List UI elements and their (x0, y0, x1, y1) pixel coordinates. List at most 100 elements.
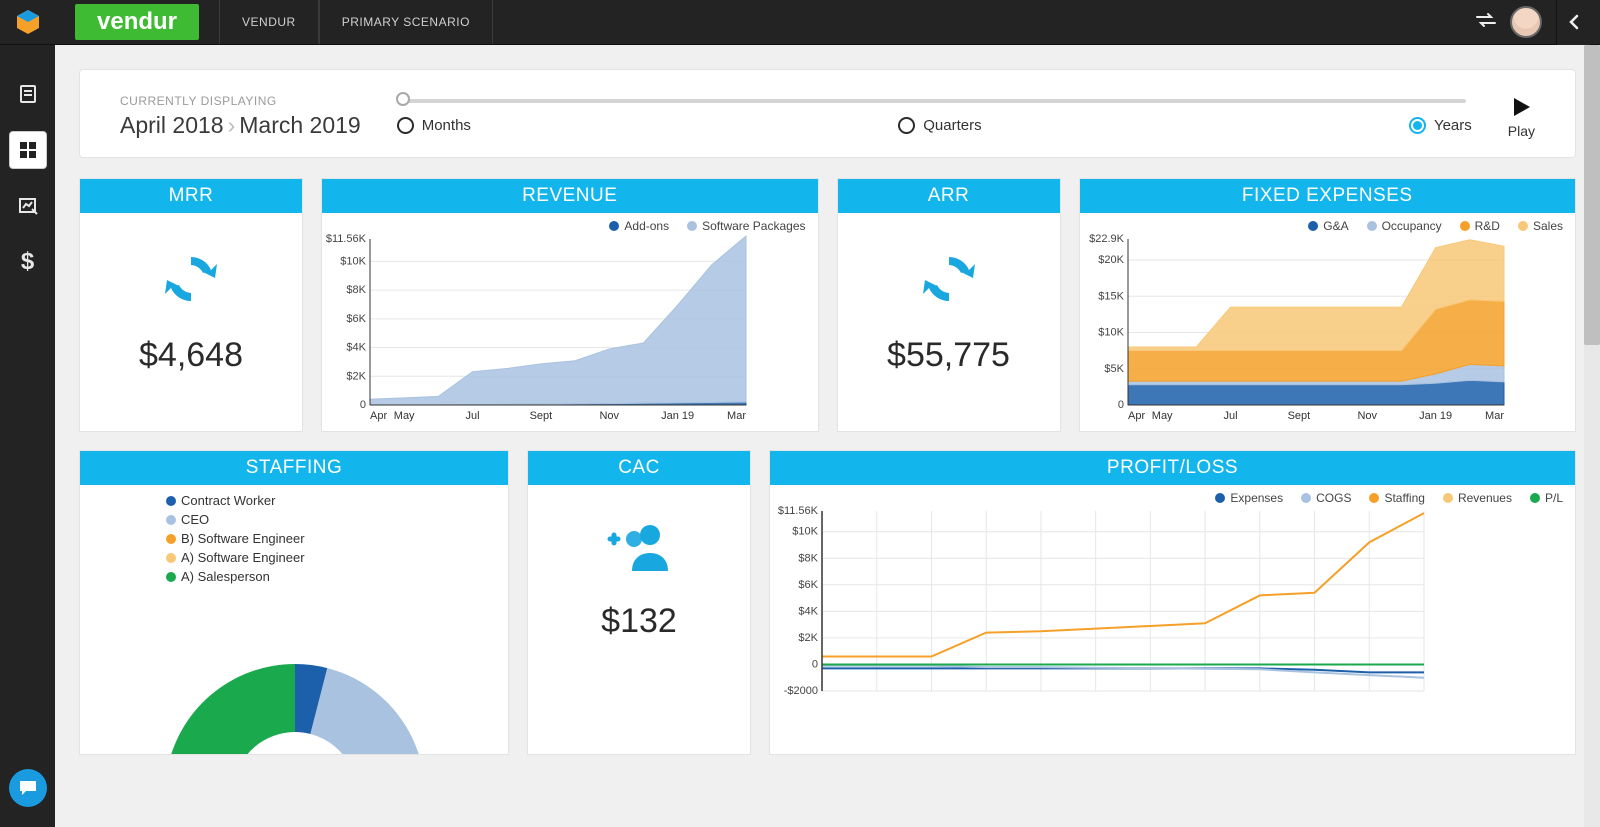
scrollbar-thumb[interactable] (1584, 45, 1600, 345)
card-title: PROFIT/LOSS (770, 451, 1575, 485)
svg-text:-$2000: -$2000 (784, 685, 818, 695)
legend-expenses[interactable]: Expenses (1215, 491, 1283, 505)
legend-cogs[interactable]: COGS (1301, 491, 1351, 505)
svg-text:Apr: Apr (370, 410, 387, 422)
rail-dashboard-button[interactable] (9, 131, 47, 169)
svg-text:Nov: Nov (599, 410, 619, 422)
svg-text:$15K: $15K (1098, 290, 1124, 302)
grid-icon (18, 140, 38, 160)
card-title: MRR (80, 179, 302, 213)
timeframe-bar: CURRENTLY DISPLAYING April 2018›March 20… (79, 69, 1576, 158)
legend-staffing[interactable]: Staffing (1369, 491, 1424, 505)
slider-thumb[interactable] (396, 92, 410, 106)
play-button[interactable]: Play (1508, 95, 1535, 139)
scrollbar[interactable] (1584, 45, 1600, 827)
rail-finance-button[interactable]: $ (9, 243, 47, 281)
card-staffing: STAFFING Contract Worker CEO B) Software… (79, 450, 509, 755)
dashboard-page: CURRENTLY DISPLAYING April 2018›March 20… (55, 45, 1600, 827)
nav-company[interactable]: VENDUR (219, 0, 319, 44)
staffing-chart[interactable] (80, 584, 510, 754)
profit-loss-chart[interactable]: -$20000$2K$4K$6K$8K$10K$11.56K (770, 505, 1430, 695)
rail-report-button[interactable] (9, 187, 47, 225)
svg-text:$11.56K: $11.56K (778, 505, 819, 517)
legend-ceo[interactable]: CEO (166, 512, 336, 527)
svg-text:$20K: $20K (1098, 254, 1124, 266)
card-title: ARR (838, 179, 1060, 213)
chevron-right-icon: › (224, 112, 240, 138)
svg-text:$11.56K: $11.56K (326, 233, 367, 245)
svg-text:$4K: $4K (346, 342, 366, 354)
sync-icon (919, 249, 979, 314)
svg-text:Jul: Jul (466, 410, 480, 422)
topbar: vendur VENDUR PRIMARY SCENARIO (0, 0, 1600, 45)
svg-text:$10K: $10K (792, 526, 818, 538)
legend-a-eng[interactable]: A) Software Engineer (166, 550, 336, 565)
timeframe-range: April 2018›March 2019 (120, 112, 361, 139)
hexagon-icon (14, 8, 42, 36)
svg-text:$6K: $6K (798, 579, 818, 591)
collapse-panel-button[interactable] (1556, 0, 1590, 45)
chat-icon (17, 778, 39, 798)
timeline-slider[interactable] (403, 99, 1466, 103)
svg-text:$2K: $2K (798, 632, 818, 644)
svg-text:$6K: $6K (346, 313, 366, 325)
svg-text:May: May (394, 410, 415, 422)
chart-edit-icon (18, 196, 38, 216)
legend-sales[interactable]: A) Salesperson (166, 569, 336, 584)
legend-revenues[interactable]: Revenues (1443, 491, 1512, 505)
add-user-icon (604, 521, 674, 580)
mrr-value: $4,648 (139, 336, 243, 375)
legend-ga[interactable]: G&A (1308, 219, 1348, 233)
card-cac: CAC $132 (527, 450, 751, 755)
svg-text:Sept: Sept (1287, 410, 1310, 422)
chevron-left-icon (1568, 14, 1580, 30)
cac-value: $132 (601, 602, 677, 641)
svg-text:Mar: Mar (1485, 410, 1504, 422)
legend-addons[interactable]: Add-ons (609, 219, 669, 233)
legend-sales[interactable]: Sales (1518, 219, 1563, 233)
svg-text:Apr: Apr (1128, 410, 1145, 422)
legend-occ[interactable]: Occupancy (1367, 219, 1442, 233)
svg-text:$8K: $8K (346, 284, 366, 296)
swap-icon[interactable] (1476, 12, 1496, 33)
dollar-icon: $ (21, 248, 34, 276)
avatar[interactable] (1510, 6, 1542, 38)
document-icon (18, 84, 38, 104)
card-mrr: MRR $4,648 (79, 178, 303, 432)
card-title: REVENUE (322, 179, 818, 213)
rail-doc-button[interactable] (9, 75, 47, 113)
svg-text:$10K: $10K (340, 255, 366, 267)
card-title: STAFFING (80, 451, 508, 485)
radio-quarters[interactable]: Quarters (898, 117, 981, 134)
svg-text:$4K: $4K (798, 605, 818, 617)
nav-scenario[interactable]: PRIMARY SCENARIO (319, 0, 493, 44)
card-title: FIXED EXPENSES (1080, 179, 1576, 213)
svg-text:Mar: Mar (727, 410, 746, 422)
sync-icon (161, 249, 221, 314)
play-icon (1510, 95, 1532, 119)
svg-text:Jul: Jul (1223, 410, 1237, 422)
timeframe-label: CURRENTLY DISPLAYING (120, 94, 361, 108)
radio-years[interactable]: Years (1409, 117, 1472, 134)
radio-months[interactable]: Months (397, 117, 471, 134)
legend-b-eng[interactable]: B) Software Engineer (166, 531, 336, 546)
svg-text:Jan 19: Jan 19 (661, 410, 694, 422)
legend-rd[interactable]: R&D (1460, 219, 1500, 233)
svg-text:0: 0 (360, 399, 366, 411)
help-button[interactable] (9, 769, 47, 807)
card-revenue: REVENUE Add-ons Software Packages 0$2K$4… (321, 178, 819, 432)
app-logo[interactable] (0, 0, 55, 45)
svg-text:0: 0 (1117, 399, 1123, 411)
card-title: CAC (528, 451, 750, 485)
siderail: $ (0, 45, 55, 827)
card-profit-loss: PROFIT/LOSS Expenses COGS Staffing Reven… (769, 450, 1576, 755)
card-fixed-expenses: FIXED EXPENSES G&A Occupancy R&D Sales 0… (1079, 178, 1577, 432)
svg-text:May: May (1151, 410, 1172, 422)
legend-contract[interactable]: Contract Worker (166, 493, 336, 508)
legend-pl[interactable]: P/L (1530, 491, 1563, 505)
svg-text:Sept: Sept (530, 410, 553, 422)
svg-text:0: 0 (812, 658, 818, 670)
legend-software[interactable]: Software Packages (687, 219, 805, 233)
revenue-chart[interactable]: 0$2K$4K$6K$8K$10K$11.56KAprMayJulSeptNov… (322, 233, 752, 423)
fixed-expenses-chart[interactable]: 0$5K$10K$15K$20K$22.9KAprMayJulSeptNovJa… (1080, 233, 1510, 423)
